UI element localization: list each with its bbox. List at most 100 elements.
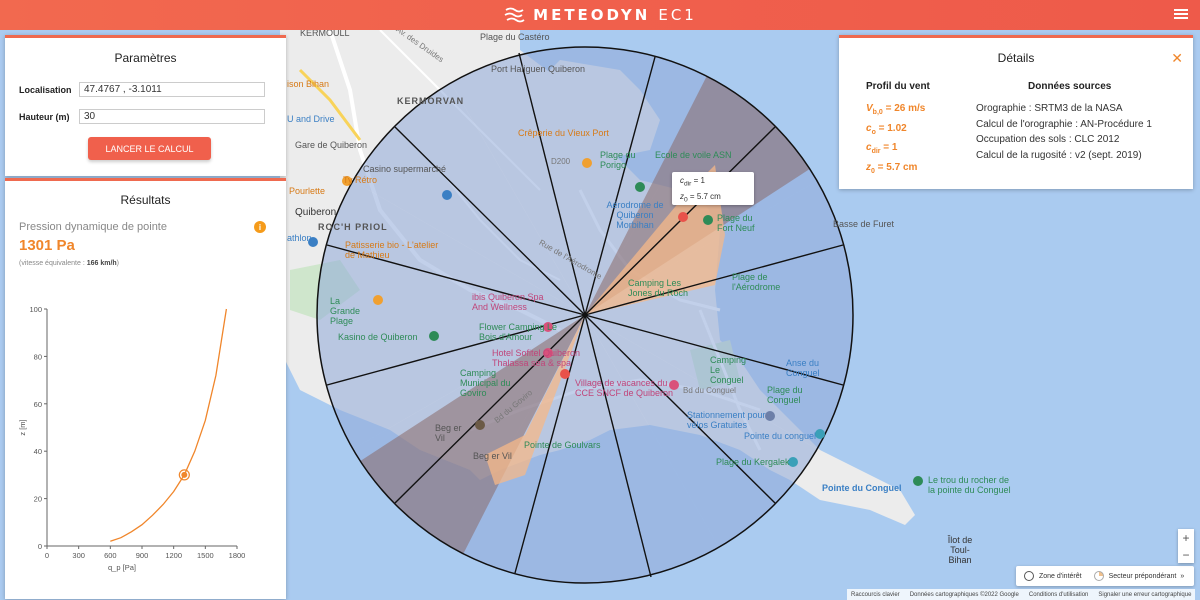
close-icon[interactable]: ✕	[1171, 50, 1183, 67]
map-label: D200	[551, 157, 571, 166]
map-label: Plage du Kergalek	[716, 457, 790, 467]
run-calculation-button[interactable]: LANCER LE CALCUL	[88, 137, 211, 160]
map-label: Ecole de voile ASN	[655, 150, 732, 160]
zoom-controls: + −	[1178, 529, 1194, 563]
app-logo[interactable]: METEODYN EC1	[503, 5, 697, 25]
map-label: Plage du Castéro	[480, 32, 550, 42]
height-input[interactable]: 30	[79, 109, 265, 124]
map-label: Pointe de Goulvars	[524, 440, 601, 450]
details-title: Détails	[997, 51, 1035, 65]
zoom-in-button[interactable]: +	[1178, 529, 1194, 546]
source-item: Calcul de l'orographie : AN-Procédure 1	[976, 118, 1152, 130]
wind-profile-item: co = 1.02	[866, 122, 907, 136]
x-tick-label: 600	[104, 551, 117, 560]
map-label: Pointe du conguel	[744, 431, 817, 441]
y-tick-label: 0	[38, 542, 42, 551]
map-label: Camping Municipal du Goviro	[460, 368, 511, 398]
footer-link[interactable]: Données cartographiques ©2022 Google	[910, 592, 1019, 598]
expand-icon[interactable]: »	[1180, 573, 1184, 580]
x-tick-label: 900	[136, 551, 149, 560]
info-icon[interactable]: i	[254, 221, 266, 233]
map-label: Gare de Quiberon	[295, 140, 368, 150]
pressure-label: Pression dynamique de pointe	[19, 221, 167, 233]
wind-profile-list: Vb,0 = 26 m/s co = 1.02 cdir = 1 z0 = 5.7 c…	[866, 101, 925, 179]
map-label: Aérodrome de Quiberon Morbihan	[606, 200, 664, 230]
pressure-profile-chart: 0 20 40 60 80 100 0 300 600 900 1200 1500 1800 z [m] q…	[18, 305, 246, 572]
map-label: Basse de Furet	[833, 219, 895, 229]
parameters-panel: Paramètres Localisation 47.4767 , -3.101…	[5, 35, 286, 176]
legend-sector: Secteur prépondérant	[1108, 572, 1177, 580]
sources-list: Orographie : SRTM3 de la NASA Calcul de l…	[976, 101, 1152, 163]
map-label: Pointe du Conguel	[822, 483, 902, 493]
map-label: Le trou du rocher de la pointe du Congue…	[928, 475, 1011, 495]
map-label: KERMOULL	[300, 30, 350, 38]
x-tick-label: 1200	[165, 551, 182, 560]
map-label: ROC'H PRIOL	[318, 222, 388, 232]
zoom-out-button[interactable]: −	[1178, 546, 1194, 563]
y-tick-label: 60	[34, 400, 42, 409]
y-tick-label: 40	[34, 447, 42, 456]
x-tick-label: 1500	[197, 551, 214, 560]
results-title: Résultats	[120, 193, 171, 207]
sources-header: Données sources	[1028, 81, 1112, 92]
source-item: Orographie : SRTM3 de la NASA	[976, 103, 1123, 114]
map-label: Pourlette	[289, 186, 326, 196]
wind-logo-icon	[504, 7, 525, 23]
map-label: ibis Quiberon Spa And Wellness	[472, 292, 544, 312]
legend-zone: Zone d'intérêt	[1039, 572, 1082, 580]
details-panel: Détails ✕ Profil du vent Données sources…	[839, 35, 1193, 189]
map-footer: Raccourcis clavier Données cartographique…	[847, 589, 1196, 600]
x-axis-label: q_p [Pa]	[108, 563, 136, 572]
y-tick-label: 100	[29, 305, 42, 314]
hamburger-icon[interactable]	[1174, 7, 1188, 21]
map-label: Plage du Porigo	[600, 150, 636, 170]
map-label: Plage du Conguel	[767, 385, 803, 405]
wind-profile-item: cdir = 1	[866, 142, 898, 155]
app-name: METEODYN	[533, 6, 651, 24]
wind-profile-item: z0 = 5.7 cm	[866, 161, 918, 175]
map-label: Stationnement pour vélos Gratuites	[687, 410, 766, 430]
map-label: Patisserie bio - L'atelier de Mathieu	[345, 240, 439, 260]
map-label: Anse du Conguel	[786, 358, 820, 378]
map-label: Îlot de Toul-Bihan	[947, 535, 973, 565]
footer-link[interactable]: Conditions d'utilisation	[1029, 592, 1089, 598]
parameters-title: Paramètres	[114, 51, 177, 65]
x-tick-label: 1800	[229, 551, 246, 560]
map-label: KERMORVAN	[397, 96, 465, 106]
equivalent-speed: (vitesse équivalente : 166 km/h)	[19, 260, 120, 267]
app-header: METEODYN EC1	[0, 0, 1200, 30]
sector-tooltip: cdir = 1 z0 = 5.7 cm	[672, 172, 754, 205]
x-tick-label: 0	[45, 551, 49, 560]
pressure-value: 1301 Pa	[19, 237, 75, 254]
y-tick-label: 80	[34, 352, 42, 361]
map-label: athlon	[287, 233, 312, 243]
map-label: Plage du Fort Neuf	[717, 213, 755, 233]
map-label: La Grande Plage	[330, 296, 361, 326]
map-label: Casino supermarché	[363, 164, 447, 174]
location-input[interactable]: 47.4767 , -3.1011	[79, 82, 265, 97]
footer-link[interactable]: Signaler une erreur cartographique	[1098, 592, 1191, 598]
map-label: ison Bihan	[287, 79, 330, 89]
profile-line	[110, 308, 228, 542]
y-axis-label: z [m]	[18, 419, 27, 435]
map-label: Port Haliguen Quiberon	[491, 64, 586, 74]
map-label: Beg er Vil	[435, 423, 462, 443]
source-item: Calcul de la rugosité : v2 (sept. 2019)	[976, 149, 1142, 161]
source-item: Occupation des sols : CLC 2012	[976, 134, 1120, 145]
map-label: Plage de l'Aérodrome	[732, 272, 781, 292]
x-tick-label: 300	[72, 551, 85, 560]
map-label: Flower Camping Le Bois d'Amour	[479, 322, 558, 342]
map-label: U and Drive	[287, 114, 335, 124]
location-label: Localisation	[19, 84, 72, 95]
map-label: Beg er Vil	[473, 451, 512, 461]
app-suffix: EC1	[658, 6, 697, 24]
map-label: Hotel Sofitel Quiberon Thalassa sea & sp…	[492, 348, 581, 368]
zone-circle-icon	[1024, 571, 1034, 581]
map-label: Crêperie du Vieux Port	[518, 128, 609, 138]
sector-icon	[1093, 571, 1104, 581]
footer-link[interactable]: Raccourcis clavier	[851, 592, 900, 598]
map-legend: Zone d'intérêt Secteur prépondérant »	[1016, 566, 1194, 586]
map-label: Quiberon	[295, 207, 337, 218]
wind-profile-header: Profil du vent	[866, 81, 930, 92]
results-panel: Résultats Pression dynamique de pointe i…	[5, 178, 286, 599]
